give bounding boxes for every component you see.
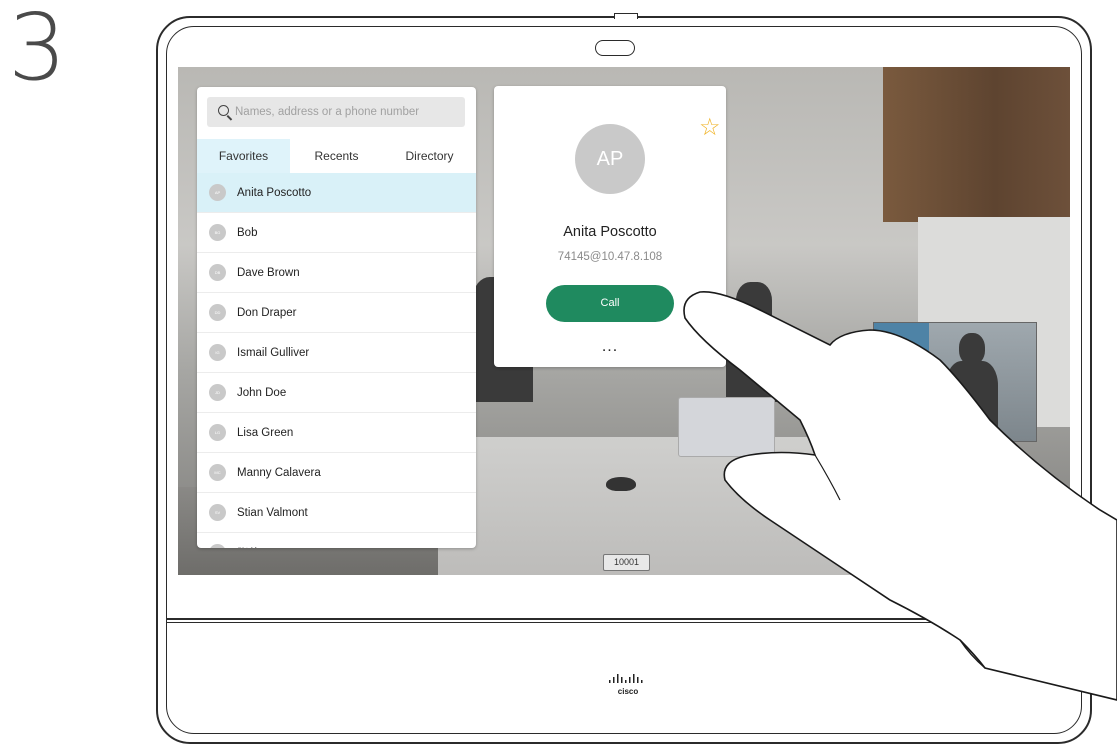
more-options-button[interactable]: ...	[494, 338, 726, 356]
list-item[interactable]: LG Lisa Green	[197, 413, 476, 453]
screen-bottom-edge-2	[166, 622, 1082, 623]
list-item[interactable]: JD John Doe	[197, 373, 476, 413]
tab-recents[interactable]: Recents	[290, 139, 383, 173]
contact-name: Manny Calavera	[237, 466, 321, 479]
list-item[interactable]: BG Bob	[197, 213, 476, 253]
screen-bottom-edge	[166, 618, 1082, 620]
microphone	[606, 477, 636, 491]
list-item[interactable]: AP Anita Poscotto	[197, 173, 476, 213]
contact-name: Stian Valmont	[237, 506, 308, 519]
self-view-backdrop	[874, 323, 929, 363]
avatar: LG	[209, 424, 226, 441]
contact-name: John Doe	[237, 386, 287, 399]
device-notch	[614, 13, 638, 19]
list-item[interactable]: DD Don Draper	[197, 293, 476, 333]
contact-name: 张佳	[237, 545, 260, 549]
contact-name: Ismail Gulliver	[237, 346, 310, 359]
list-item[interactable]: DB Dave Brown	[197, 253, 476, 293]
list-item[interactable]: IG Ismail Gulliver	[197, 333, 476, 373]
contact-name: Bob	[237, 226, 258, 239]
list-item[interactable]: 张佳	[197, 533, 476, 548]
self-view-person	[946, 361, 998, 441]
person-silhouette	[726, 322, 796, 402]
cisco-logo: cisco	[603, 673, 653, 706]
search-icon	[218, 105, 229, 116]
avatar: AP	[575, 124, 645, 194]
contact-name: Don Draper	[237, 306, 297, 319]
contact-name: Lisa Green	[237, 426, 294, 439]
avatar: MC	[209, 464, 226, 481]
laptop	[678, 397, 775, 457]
step-number: 3	[8, 0, 67, 101]
list-item[interactable]: MC Manny Calavera	[197, 453, 476, 493]
contact-card: AP ☆ Anita Poscotto 74145@10.47.8.108 Ca…	[494, 86, 726, 367]
tab-directory[interactable]: Directory	[383, 139, 476, 173]
avatar	[209, 544, 226, 548]
wood-panel	[883, 67, 1070, 222]
avatar: JD	[209, 384, 226, 401]
contact-name: Dave Brown	[237, 266, 300, 279]
meeting-table	[438, 437, 938, 575]
contact-name: Anita Poscotto	[563, 224, 657, 240]
contacts-panel: Names, address or a phone number Favorit…	[197, 87, 476, 548]
call-button[interactable]: Call	[546, 285, 674, 322]
avatar: BG	[209, 224, 226, 241]
avatar: DB	[209, 264, 226, 281]
avatar: AP	[209, 184, 226, 201]
avatar: IG	[209, 344, 226, 361]
camera-icon	[595, 40, 635, 56]
tab-favorites[interactable]: Favorites	[197, 139, 290, 173]
self-view[interactable]	[873, 322, 1037, 442]
avatar: SV	[209, 504, 226, 521]
video-id-badge: 10001	[603, 554, 650, 571]
cisco-logo-text: cisco	[618, 687, 639, 696]
contact-address: 74145@10.47.8.108	[557, 251, 663, 263]
list-item[interactable]: SV Stian Valmont	[197, 493, 476, 533]
star-outline-icon[interactable]: ☆	[699, 116, 721, 140]
contacts-list: AP Anita Poscotto BG Bob DB Dave Brown DD Do…	[197, 173, 476, 548]
contact-name: Anita Poscotto	[237, 186, 312, 199]
avatar: DD	[209, 304, 226, 321]
search-input[interactable]: Names, address or a phone number	[207, 97, 465, 127]
contacts-tabs: Favorites Recents Directory	[197, 139, 476, 174]
